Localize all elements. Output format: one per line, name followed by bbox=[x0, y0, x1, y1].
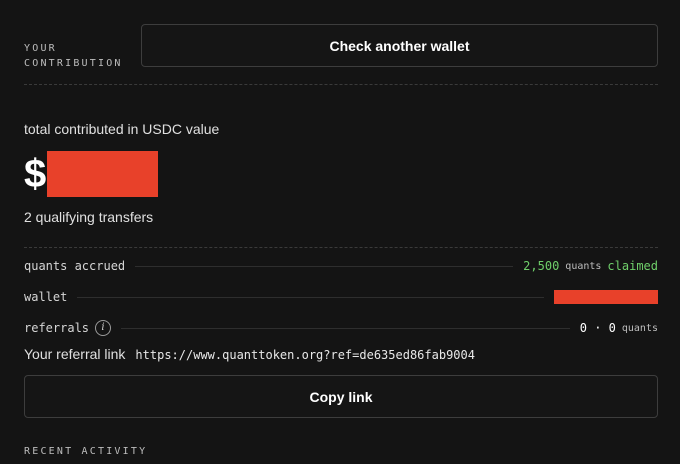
stat-row-referrals: referrals i 0 · 0 quants bbox=[24, 318, 658, 338]
referral-link-url[interactable]: https://www.quanttoken.org?ref=de635ed86… bbox=[135, 348, 475, 362]
referral-link-label: Your referral link bbox=[24, 346, 126, 362]
section-label-line1: YOUR bbox=[24, 43, 57, 54]
currency-symbol: $ bbox=[24, 152, 47, 196]
section-label-your-contribution: YOUR CONTRIBUTION bbox=[24, 41, 123, 71]
wallet-label: wallet bbox=[24, 290, 68, 304]
section-label-line2: CONTRIBUTION bbox=[24, 58, 123, 69]
quants-unit: quants bbox=[621, 322, 658, 334]
row-leader-line bbox=[135, 265, 514, 267]
divider bbox=[24, 247, 658, 248]
copy-link-button[interactable]: Copy link bbox=[24, 375, 658, 418]
referral-link-row: Your referral link https://www.quanttoke… bbox=[24, 346, 475, 362]
quants-unit: quants bbox=[565, 260, 602, 272]
divider bbox=[24, 84, 658, 85]
claimed-status: claimed bbox=[607, 259, 658, 273]
section-label-recent-activity: RECENT ACTIVITY bbox=[24, 446, 148, 457]
redacted-wallet-address bbox=[554, 290, 658, 304]
row-leader-line bbox=[77, 296, 544, 298]
stat-row-wallet: wallet bbox=[24, 287, 658, 307]
quants-accrued-value: 2,500 bbox=[523, 259, 560, 273]
qualifying-transfers-count: 2 qualifying transfers bbox=[24, 209, 154, 225]
quants-accrued-label: quants accrued bbox=[24, 259, 126, 273]
stat-row-quants-accrued: quants accrued 2,500 quants claimed bbox=[24, 256, 658, 276]
check-another-wallet-button[interactable]: Check another wallet bbox=[141, 24, 658, 67]
contribution-amount: $ bbox=[24, 150, 159, 198]
total-contributed-label: total contributed in USDC value bbox=[24, 121, 220, 137]
row-leader-line bbox=[121, 327, 570, 329]
referrals-label: referrals bbox=[24, 321, 90, 335]
info-icon[interactable]: i bbox=[95, 320, 112, 336]
contribution-panel: YOUR CONTRIBUTION Check another wallet t… bbox=[0, 0, 680, 464]
referrals-value: 0 · 0 bbox=[579, 321, 616, 335]
redacted-amount bbox=[47, 151, 159, 197]
